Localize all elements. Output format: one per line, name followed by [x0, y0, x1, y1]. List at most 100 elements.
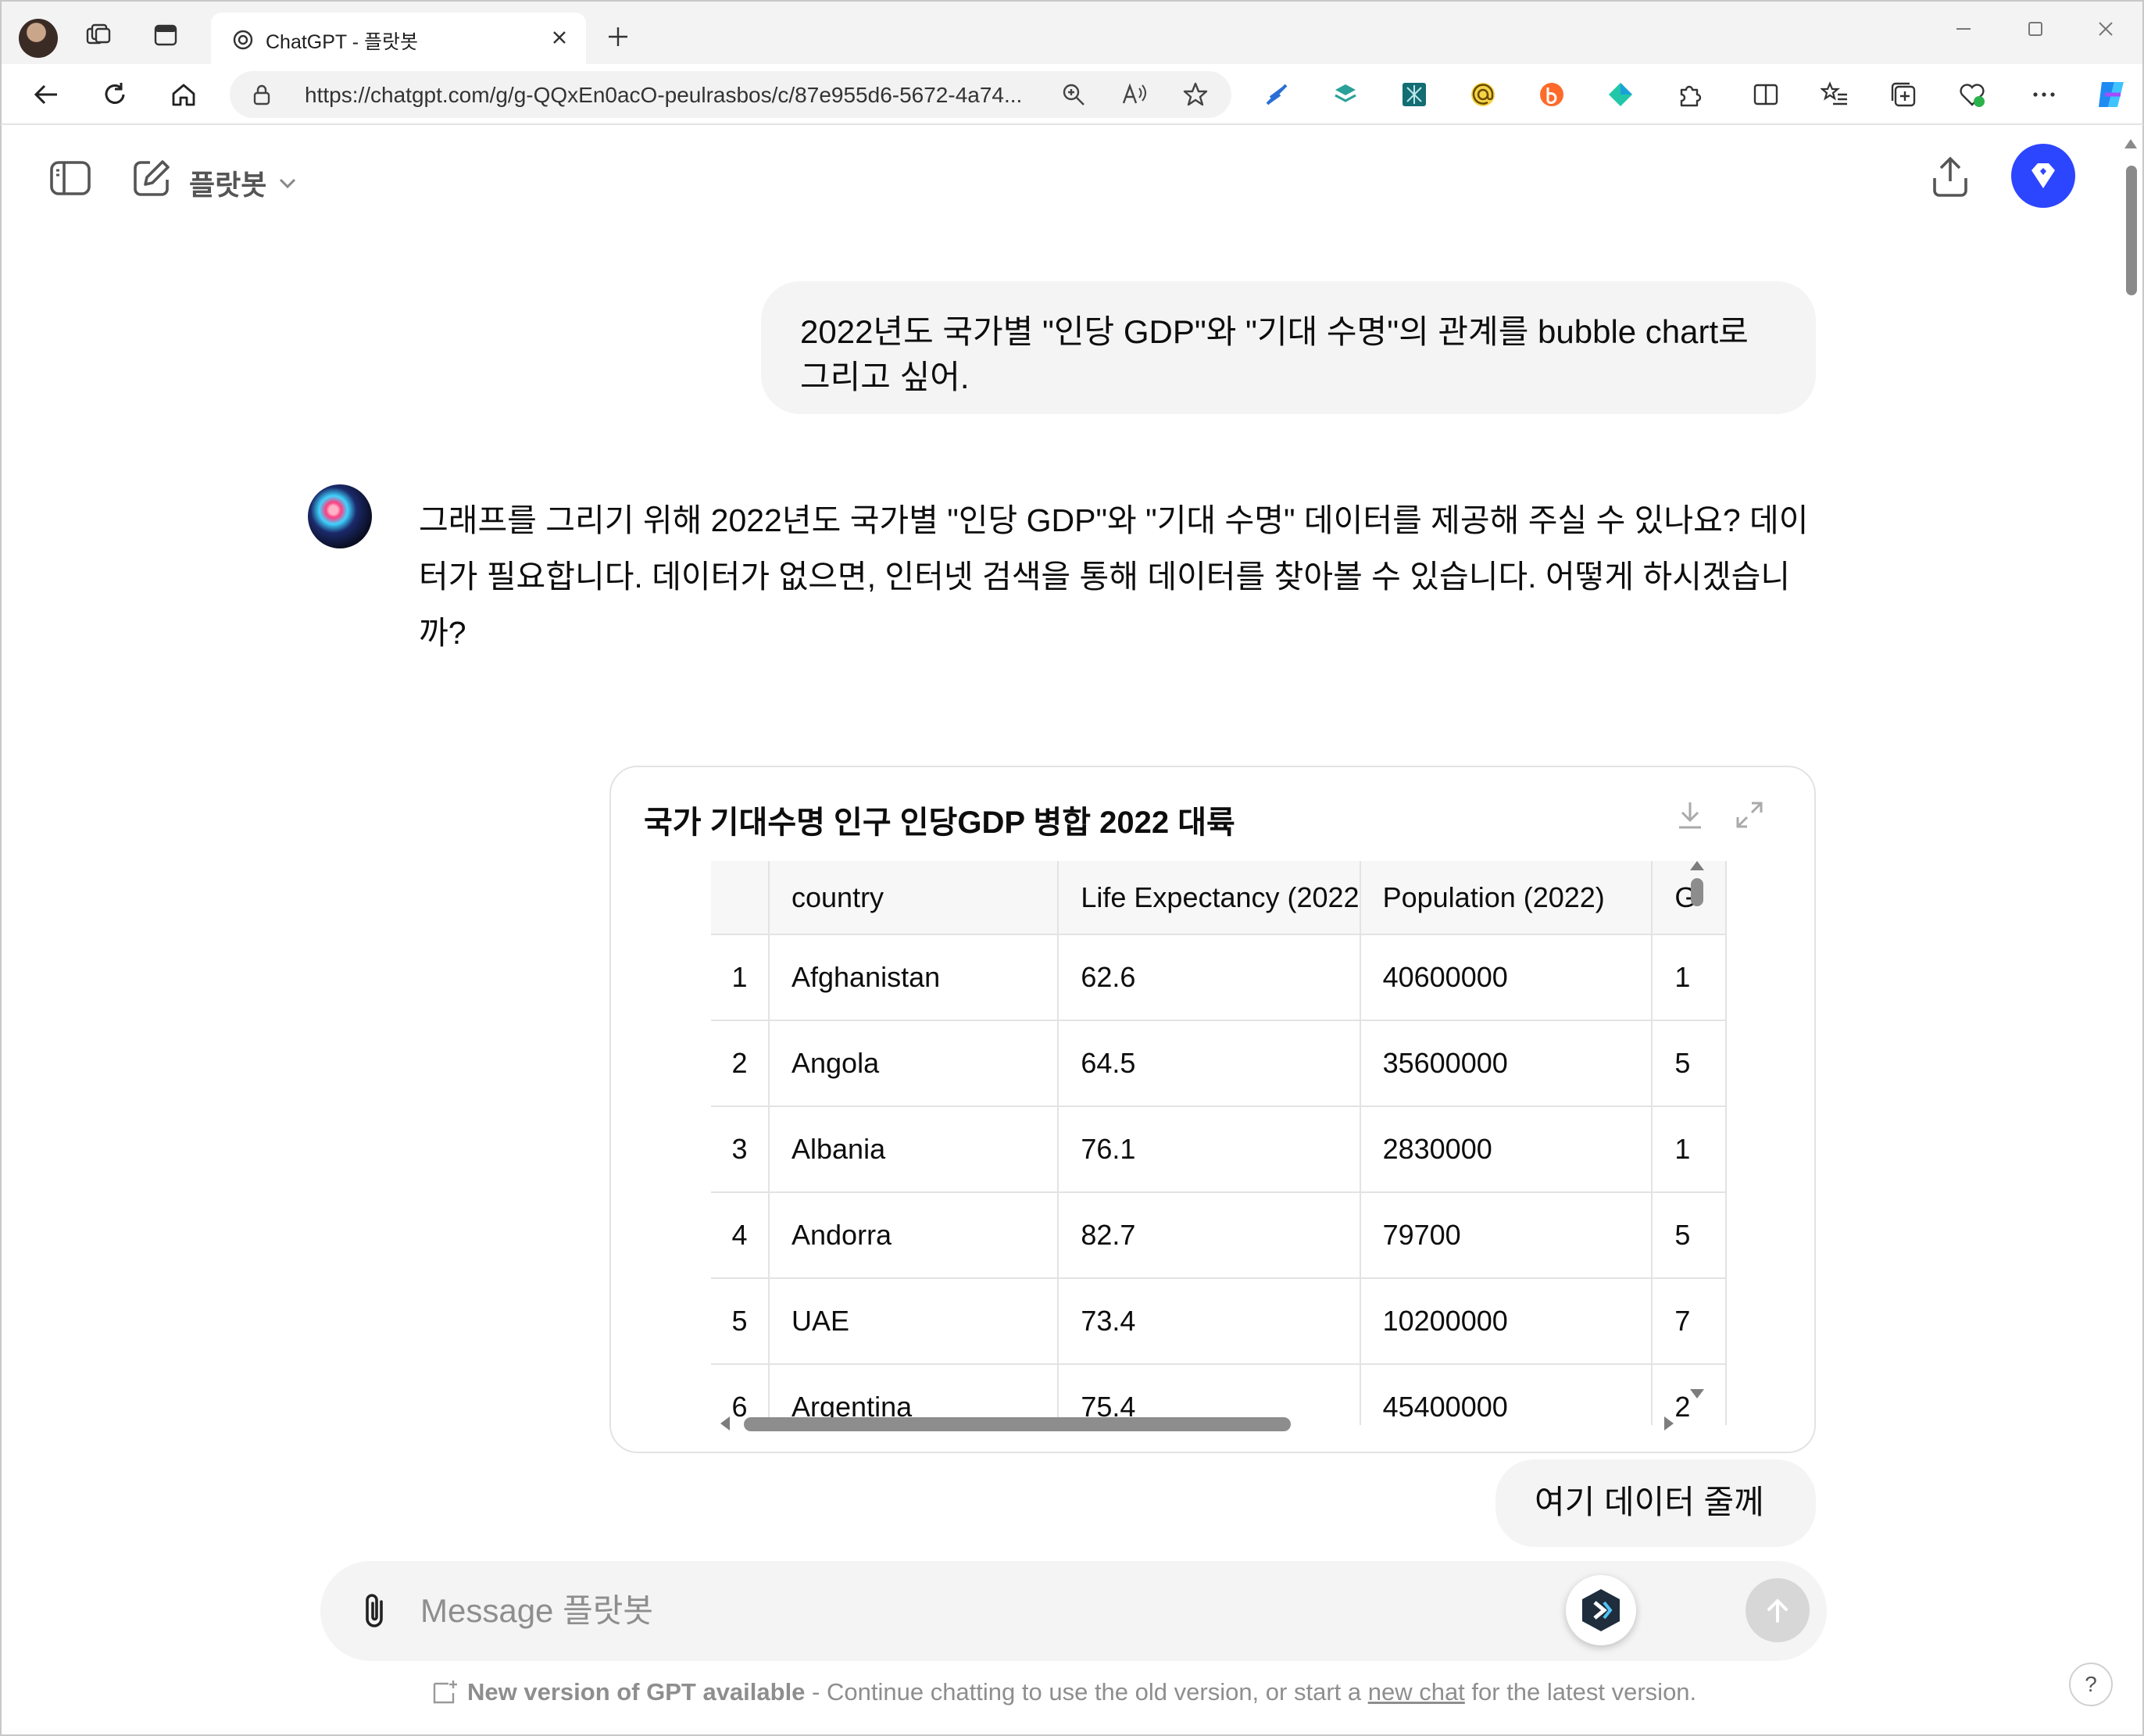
scroll-up-arrow[interactable] [1690, 861, 1704, 870]
table-cell: 73.4 [1058, 1278, 1361, 1365]
table-cell: 3 [711, 1106, 770, 1193]
scroll-up-arrow[interactable] [2124, 139, 2137, 148]
paperclip-icon[interactable] [352, 1588, 398, 1634]
extension-b-icon[interactable] [1533, 76, 1570, 113]
new-tab-icon[interactable] [600, 19, 636, 55]
profile-avatar[interactable] [19, 19, 58, 58]
share-icon[interactable] [1925, 152, 1975, 202]
table-cell: 2830000 [1360, 1106, 1653, 1193]
more-options-icon[interactable] [2025, 76, 2063, 113]
arrow-up-icon [1767, 1598, 1788, 1623]
address-bar[interactable]: https://chatgpt.com/g/g-QQxEn0acO-peulra… [230, 71, 1231, 118]
data-table-viewport[interactable]: country Life Expectancy (2022 Population… [711, 861, 1727, 1425]
table-cell: 82.7 [1058, 1192, 1361, 1279]
table-cell: Albania [769, 1106, 1059, 1193]
extension-layers-icon[interactable] [1327, 76, 1364, 113]
close-window-icon[interactable] [2078, 9, 2133, 48]
page-scroll-thumb[interactable] [2126, 166, 2137, 295]
extensions-puzzle-icon[interactable] [1671, 76, 1708, 113]
sidebar-toggle-icon[interactable] [45, 153, 95, 203]
help-button[interactable]: ? [2069, 1663, 2113, 1706]
close-tab-icon[interactable] [544, 22, 575, 53]
send-button[interactable] [1746, 1578, 1810, 1642]
minimize-icon[interactable] [1936, 9, 1991, 48]
new-chat-icon[interactable] [127, 153, 177, 203]
browser-toolbar: https://chatgpt.com/g/g-QQxEn0acO-peulra… [0, 64, 2144, 125]
url-text[interactable]: https://chatgpt.com/g/g-QQxEn0acO-peulra… [305, 83, 1086, 108]
column-header-life-expectancy[interactable]: Life Expectancy (2022 [1058, 861, 1361, 935]
table-horizontal-scrollbar[interactable] [720, 1413, 1681, 1434]
user-message: 2022년도 국가별 "인당 GDP"와 "기대 수명"의 관계를 bubble… [761, 281, 1816, 414]
browser-essentials-icon[interactable] [1953, 76, 1991, 113]
favorite-star-icon[interactable] [1178, 77, 1213, 112]
table-row: 4 Andorra 82.7 79700 5 [711, 1192, 1727, 1279]
table-cell: 5 [711, 1278, 770, 1365]
extension-grid-icon[interactable] [1395, 76, 1433, 113]
table-cell: 35600000 [1360, 1020, 1653, 1107]
extension-writer-icon[interactable] [1258, 76, 1295, 113]
table-cell: 64.5 [1058, 1020, 1361, 1107]
upgrade-diamond-button[interactable] [2011, 144, 2075, 208]
tab-chatgpt[interactable]: ChatGPT - 플랏봇 [211, 13, 586, 67]
message-input[interactable] [420, 1584, 1592, 1638]
table-cell: 62.6 [1058, 934, 1361, 1021]
table-row: 1 Afghanistan 62.6 40600000 1 [711, 934, 1727, 1021]
vertical-tabs-icon[interactable] [145, 15, 186, 55]
notice-title: New version of GPT available [467, 1678, 806, 1706]
new-chat-link[interactable]: new chat [1368, 1678, 1465, 1706]
lock-icon[interactable] [250, 83, 273, 106]
scroll-right-arrow[interactable] [1664, 1416, 1674, 1431]
extension-diamond-icon[interactable] [1602, 76, 1639, 113]
home-icon[interactable] [163, 73, 205, 116]
openai-icon [233, 30, 253, 50]
notice-text-before: - Continue chatting to use the old versi… [805, 1678, 1368, 1706]
download-icon[interactable] [1671, 795, 1710, 834]
table-row: 2 Angola 64.5 35600000 5 [711, 1020, 1727, 1107]
split-screen-icon[interactable] [1747, 76, 1785, 113]
column-header-country[interactable]: country [769, 861, 1059, 935]
reload-icon[interactable] [94, 73, 136, 116]
table-vertical-scroll-thumb[interactable] [1691, 878, 1703, 906]
column-header-index[interactable] [711, 861, 770, 935]
table-cell: 40600000 [1360, 934, 1653, 1021]
table-row: 3 Albania 76.1 2830000 1 [711, 1106, 1727, 1193]
read-aloud-icon[interactable] [1117, 77, 1152, 112]
table-cell: 4 [711, 1192, 770, 1279]
table-cell: UAE [769, 1278, 1059, 1365]
table-header-row: country Life Expectancy (2022 Population… [711, 861, 1727, 935]
copilot-icon[interactable] [2092, 76, 2130, 113]
data-table-card: 국가 기대수명 인구 인당GDP 병합 2022 대륙 country Life… [609, 766, 1816, 1453]
data-table: country Life Expectancy (2022 Population… [711, 861, 1727, 1425]
expand-icon[interactable] [1730, 795, 1769, 834]
table-cell: Andorra [769, 1192, 1059, 1279]
workspaces-icon[interactable] [78, 15, 119, 55]
table-cell: 76.1 [1058, 1106, 1361, 1193]
column-header-population[interactable]: Population (2022) [1360, 861, 1653, 935]
bot-avatar[interactable] [308, 484, 372, 548]
scroll-left-arrow[interactable] [720, 1416, 730, 1431]
collections-icon[interactable] [1885, 76, 1922, 113]
table-vertical-scrollbar[interactable] [1688, 861, 1706, 1425]
back-icon[interactable] [25, 73, 67, 116]
hexagon-arrow-icon [1582, 1589, 1620, 1631]
extension-at-icon[interactable] [1464, 76, 1502, 113]
diamond-icon [2031, 163, 2055, 188]
table-cell: 79700 [1360, 1192, 1653, 1279]
scroll-down-arrow[interactable] [1690, 1389, 1704, 1398]
table-title: 국가 기대수명 인구 인당GDP 병합 2022 대륙 [644, 805, 1235, 840]
notice-text-after: for the latest version. [1464, 1678, 1697, 1706]
assistant-message-text: 그래프를 그리기 위해 2022년도 국가별 "인당 GDP"와 "기대 수명"… [419, 502, 1809, 651]
user-message-text: 여기 데이터 줄께 [1535, 1484, 1764, 1520]
gpt-selector[interactable]: 플랏봇 [189, 163, 299, 203]
gpt-name: 플랏봇 [189, 169, 267, 201]
favorites-list-icon[interactable] [1816, 76, 1853, 113]
plugin-extension-button[interactable] [1566, 1575, 1636, 1645]
user-message-text: 2022년도 국가별 "인당 GDP"와 "기대 수명"의 관계를 bubble… [800, 313, 1749, 395]
table-cell: 2 [711, 1020, 770, 1107]
table-horizontal-scroll-thumb[interactable] [744, 1417, 1291, 1431]
zoom-icon[interactable] [1056, 77, 1091, 112]
page-scrollbar[interactable] [2122, 133, 2139, 1727]
browser-tab-bar: ChatGPT - 플랏봇 [0, 0, 2144, 67]
table-cell: 10200000 [1360, 1278, 1653, 1365]
maximize-icon[interactable] [2008, 9, 2063, 48]
